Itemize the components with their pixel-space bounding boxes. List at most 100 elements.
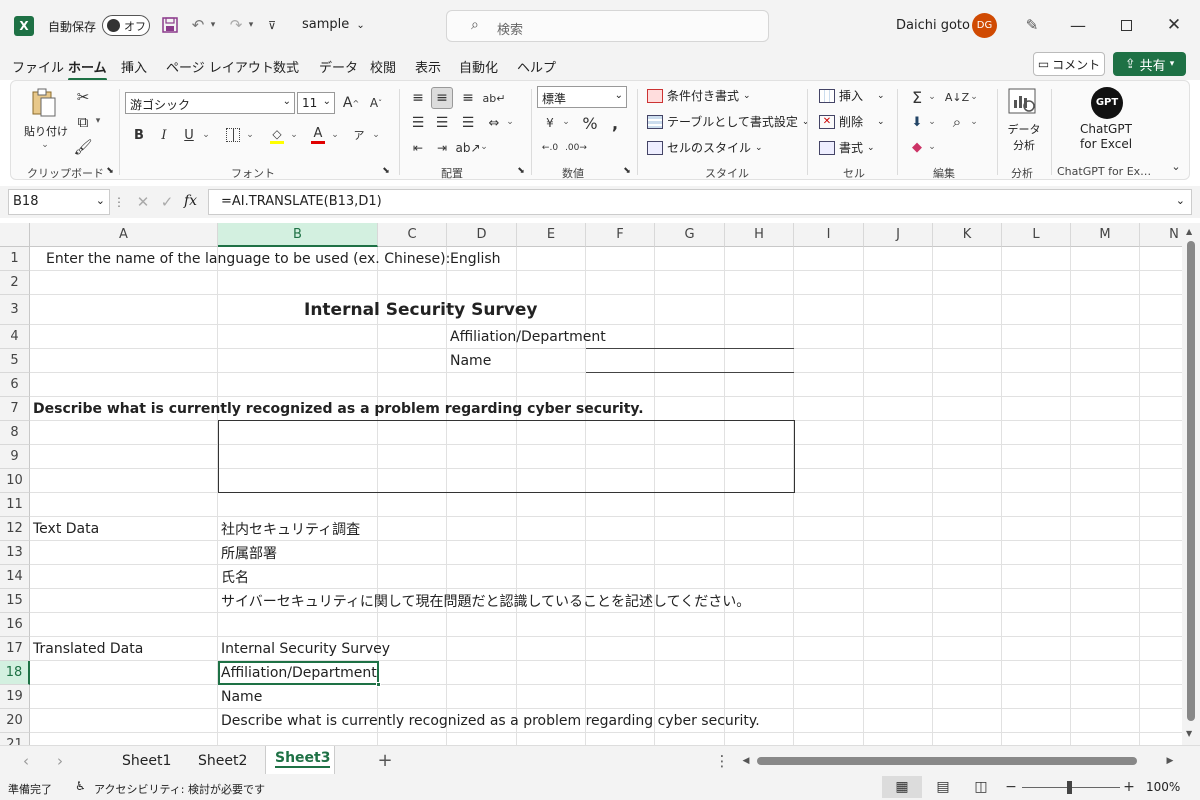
find-select-icon[interactable]: ⌕ <box>947 112 967 132</box>
row-header-21[interactable]: 21 <box>0 733 30 745</box>
zoom-slider-thumb[interactable] <box>1067 781 1072 794</box>
cell-B14[interactable]: 氏名 <box>218 565 249 589</box>
phonetic-dropdown-icon[interactable]: ⌄ <box>371 127 381 143</box>
italic-icon[interactable]: I <box>154 125 174 145</box>
increase-font-icon[interactable]: A ^ <box>341 93 361 113</box>
autosum-icon[interactable]: Σ <box>907 87 927 107</box>
increase-decimal-icon[interactable]: ←.0 <box>539 137 561 159</box>
clear-icon[interactable]: ◆ <box>907 137 927 157</box>
align-left-icon[interactable]: ☰ <box>407 112 429 134</box>
cell-D4[interactable]: Affiliation/Department <box>447 325 606 349</box>
cell-styles-button[interactable]: セルのスタイル ⌄ <box>647 139 763 156</box>
decrease-decimal-icon[interactable]: .00→ <box>565 137 587 159</box>
sort-filter-dropdown-icon[interactable]: ⌄ <box>969 89 979 105</box>
page-layout-view-icon[interactable]: ▤ <box>932 776 954 798</box>
comma-style-icon[interactable]: , <box>607 112 623 134</box>
add-sheet-icon[interactable]: + <box>376 750 394 771</box>
avatar[interactable]: DG <box>972 13 997 38</box>
tab-formulas[interactable]: 数式 <box>273 57 299 76</box>
increase-indent-icon[interactable]: ⇥ <box>431 137 453 159</box>
merge-dropdown-icon[interactable]: ⌄ <box>505 114 515 130</box>
paste-dropdown-icon[interactable]: ⌄ <box>39 139 51 151</box>
row-header-1[interactable]: 1 <box>0 247 30 271</box>
tab-data[interactable]: データ <box>319 57 358 76</box>
cell-B20[interactable]: Describe what is currently recognized as… <box>218 709 760 733</box>
column-header-N[interactable]: N <box>1140 223 1182 247</box>
fill-icon[interactable]: ⬇ <box>907 112 927 132</box>
row-header-17[interactable]: 17 <box>0 637 30 661</box>
tab-automate[interactable]: 自動化 <box>459 57 498 76</box>
sheet-tab-3[interactable]: Sheet3 <box>275 750 331 768</box>
format-as-table-button[interactable]: テーブルとして書式設定 ⌄ <box>647 113 809 130</box>
row-header-13[interactable]: 13 <box>0 541 30 565</box>
underline-dropdown-icon[interactable]: ⌄ <box>201 127 211 143</box>
cell-D1[interactable]: English <box>447 247 501 271</box>
row-header-6[interactable]: 6 <box>0 373 30 397</box>
tab-help[interactable]: ヘルプ <box>517 57 556 76</box>
pen-icon[interactable]: ✎ <box>1022 15 1042 35</box>
fill-color-icon[interactable]: ◇ <box>267 125 287 145</box>
merge-center-icon[interactable]: ⇔ <box>483 112 505 134</box>
next-sheet-icon[interactable]: › <box>52 752 68 770</box>
currency-dropdown-icon[interactable]: ⌄ <box>561 114 571 130</box>
select-all-corner[interactable] <box>0 223 30 247</box>
align-bottom-icon[interactable]: ≡ <box>457 87 479 109</box>
zoom-in-icon[interactable]: + <box>1122 778 1136 796</box>
dialog-launcher-icon[interactable]: ⬊ <box>105 165 115 177</box>
conditional-format-button[interactable]: 条件付き書式 ⌄ <box>647 87 751 104</box>
redo-dropdown-icon[interactable]: ▾ <box>246 15 256 35</box>
analyze-data-label[interactable]: データ 分析 <box>1007 121 1041 153</box>
cell-B12[interactable]: 社内セキュリティ調査 <box>218 517 360 541</box>
row-header-2[interactable]: 2 <box>0 271 30 295</box>
cell-B18[interactable]: Affiliation/Department <box>218 661 379 685</box>
row-header-9[interactable]: 9 <box>0 445 30 469</box>
row-header-7[interactable]: 7 <box>0 397 30 421</box>
search-box[interactable]: ⌕ 検索 <box>446 10 769 42</box>
tab-review[interactable]: 校閲 <box>370 57 396 76</box>
undo-icon[interactable]: ↶ <box>188 15 208 35</box>
find-select-dropdown-icon[interactable]: ⌄ <box>969 114 979 130</box>
customize-qat-icon[interactable]: ⊽ <box>264 15 280 35</box>
chatgpt-logo-icon[interactable]: GPT <box>1091 87 1123 119</box>
scroll-left-icon[interactable]: ◀ <box>740 752 752 770</box>
formula-input[interactable]: =AI.TRANSLATE(B13,D1) ⌄ <box>208 189 1192 215</box>
sort-filter-icon[interactable]: A↓Z <box>945 87 969 107</box>
chatgpt-button-line1[interactable]: ChatGPT <box>1080 122 1132 136</box>
filename-button[interactable]: sample ⌄ <box>302 17 365 32</box>
maximize-icon[interactable] <box>1116 14 1136 36</box>
decrease-indent-icon[interactable]: ⇤ <box>407 137 429 159</box>
row-header-20[interactable]: 20 <box>0 709 30 733</box>
row-header-4[interactable]: 4 <box>0 325 30 349</box>
row-header-19[interactable]: 19 <box>0 685 30 709</box>
column-header-F[interactable]: F <box>586 223 655 247</box>
cut-icon[interactable]: ✂ <box>73 87 93 107</box>
save-icon[interactable] <box>160 15 180 35</box>
scroll-up-icon[interactable]: ▲ <box>1186 227 1192 236</box>
vertical-scrollbar[interactable]: ▲ ▼ <box>1182 223 1200 745</box>
row-header-18[interactable]: 18 <box>0 661 30 685</box>
percent-icon[interactable]: % <box>579 112 601 134</box>
row-header-15[interactable]: 15 <box>0 589 30 613</box>
font-name-select[interactable]: 游ゴシック ⌄ <box>125 92 295 114</box>
zoom-out-icon[interactable]: − <box>1004 778 1018 796</box>
column-header-C[interactable]: C <box>378 223 447 247</box>
cell-B17[interactable]: Internal Security Survey <box>218 637 390 661</box>
cell-A1[interactable]: Enter the name of the language to be use… <box>43 247 450 271</box>
undo-dropdown-icon[interactable]: ▾ <box>208 15 218 35</box>
cell-B13[interactable]: 所属部署 <box>218 541 277 565</box>
number-format-select[interactable]: 標準 ⌄ <box>537 86 627 108</box>
scrollbar-thumb[interactable] <box>1187 241 1195 721</box>
column-header-I[interactable]: I <box>794 223 864 247</box>
tab-view[interactable]: 表示 <box>415 57 441 76</box>
cell-D5[interactable]: Name <box>447 349 491 373</box>
font-size-select[interactable]: 11 ⌄ <box>297 92 335 114</box>
paste-icon[interactable] <box>29 87 59 119</box>
fill-dropdown-icon[interactable]: ⌄ <box>927 114 937 130</box>
currency-icon[interactable]: ¥ <box>539 112 561 134</box>
accessibility-icon[interactable]: ♿ <box>75 779 86 793</box>
row-header-16[interactable]: 16 <box>0 613 30 637</box>
align-middle-icon[interactable]: ≡ <box>431 87 453 109</box>
column-header-J[interactable]: J <box>864 223 933 247</box>
scroll-down-icon[interactable]: ▼ <box>1186 729 1192 738</box>
dialog-launcher-icon[interactable]: ⬊ <box>381 165 391 177</box>
